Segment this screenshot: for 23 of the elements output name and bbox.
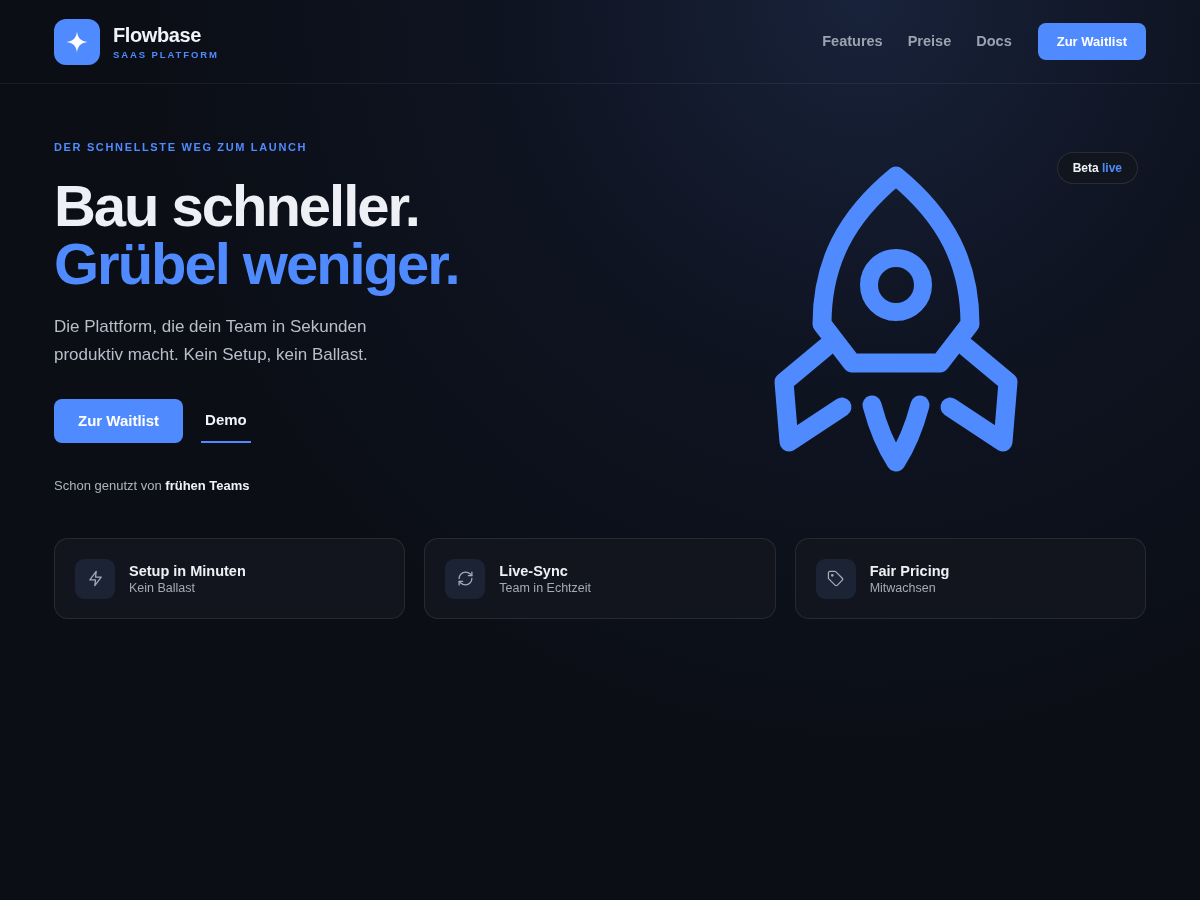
nav-link[interactable]: Preise [907,30,952,53]
waitlist-button[interactable]: Zur Waitlist [1037,23,1146,60]
brand-name: Flowbase [113,22,202,47]
lightning-icon [75,558,115,599]
feature-subtitle: Kein Ballast [129,579,196,596]
nav-link[interactable]: Features [822,30,883,53]
sparkle-icon [54,18,100,65]
feature-subtitle: Mitwachsen [869,579,937,596]
hero-description: Die Plattform, die dein Team in Sekunden produktiv macht. Kein Setup, kein Ballast. [54,316,369,366]
feature-subtitle: Team in Echtzeit [499,579,592,596]
refresh-icon [445,558,486,599]
eyebrow-text: DER SCHNELLSTE WEG ZUM LAUNCH [54,141,308,153]
hero-headline: Bau schneller. [54,177,420,235]
feature-title: Fair Pricing [869,561,950,580]
feature-title: Setup in Minuten [129,561,246,580]
demo-link[interactable]: Demo [201,399,251,443]
brand-tagline: SAAS PLATFORM [113,48,219,61]
waitlist-button[interactable]: Zur Waitlist [54,399,184,443]
tag-icon [815,558,856,599]
social-proof-text: Schon genutzt von frühen Teams [54,478,250,494]
feature-title: Live-Sync [499,561,569,580]
beta-badge: Beta live [1056,152,1138,184]
nav-link[interactable]: Docs [976,30,1012,53]
